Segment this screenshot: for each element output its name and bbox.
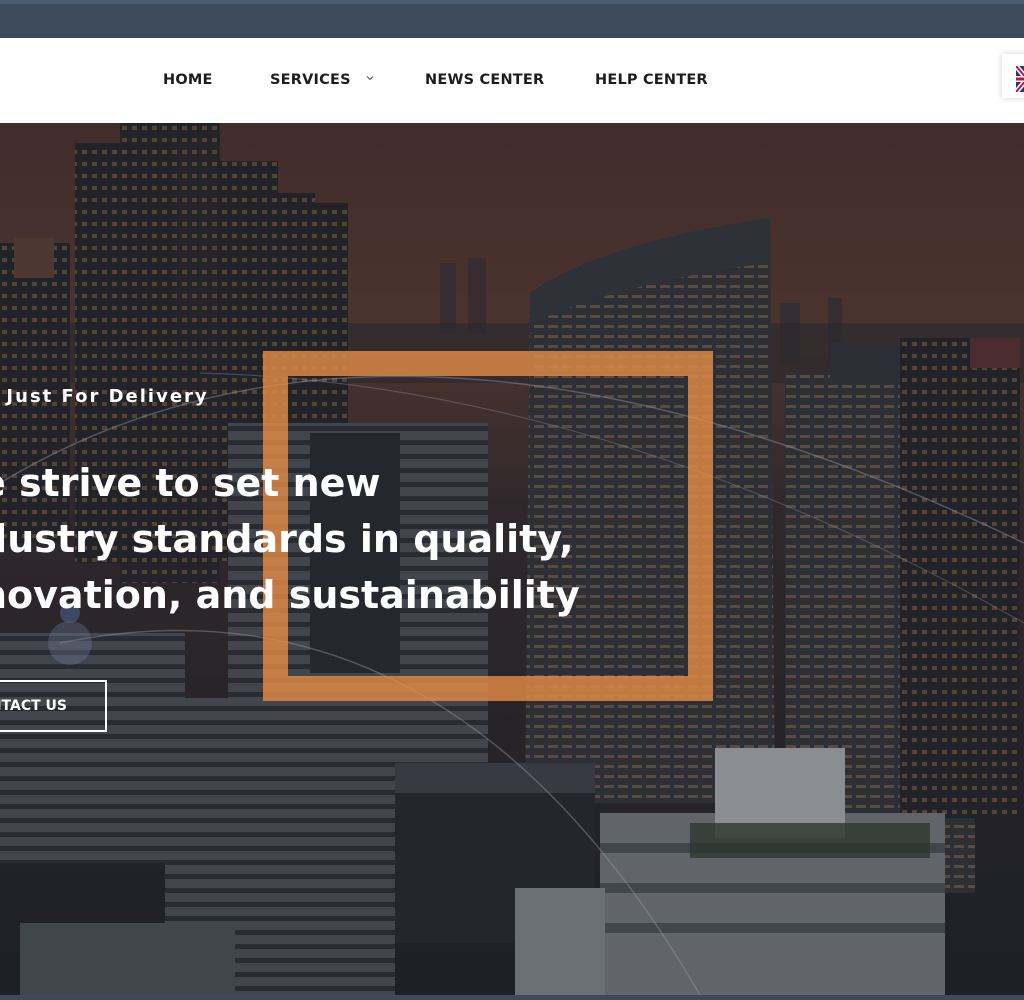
uk-flag-icon	[1016, 66, 1024, 92]
nav-help-center[interactable]: HELP CENTER	[595, 68, 708, 92]
headline-line-2: dustry standards in quality,	[0, 517, 574, 561]
nav-news-center[interactable]: NEWS CENTER	[425, 68, 544, 92]
nav-services-label: SERVICES	[270, 72, 351, 88]
bottom-bar	[0, 995, 1024, 1000]
nav-home[interactable]: HOME	[163, 68, 213, 92]
nav-news-label: NEWS CENTER	[425, 72, 545, 88]
nav-home-label: HOME	[163, 72, 213, 88]
hero-banner: l Just For Delivery e strive to set new …	[0, 123, 1024, 995]
top-bar	[0, 0, 1024, 38]
headline-line-3: novation, and sustainability	[0, 573, 580, 617]
nav-services[interactable]: SERVICES	[270, 68, 374, 92]
nav-help-label: HELP CENTER	[595, 72, 708, 88]
language-switcher[interactable]	[1002, 54, 1024, 98]
chevron-down-icon	[366, 76, 374, 81]
hero-tagline: l Just For Delivery	[0, 386, 209, 407]
hero-headline: e strive to set new dustry standards in …	[0, 455, 620, 623]
contact-us-button[interactable]: NTACT US	[0, 680, 107, 732]
main-navbar: HOME SERVICES NEWS CENTER HELP CENTER	[0, 38, 1024, 123]
headline-line-1: e strive to set new	[0, 461, 381, 505]
